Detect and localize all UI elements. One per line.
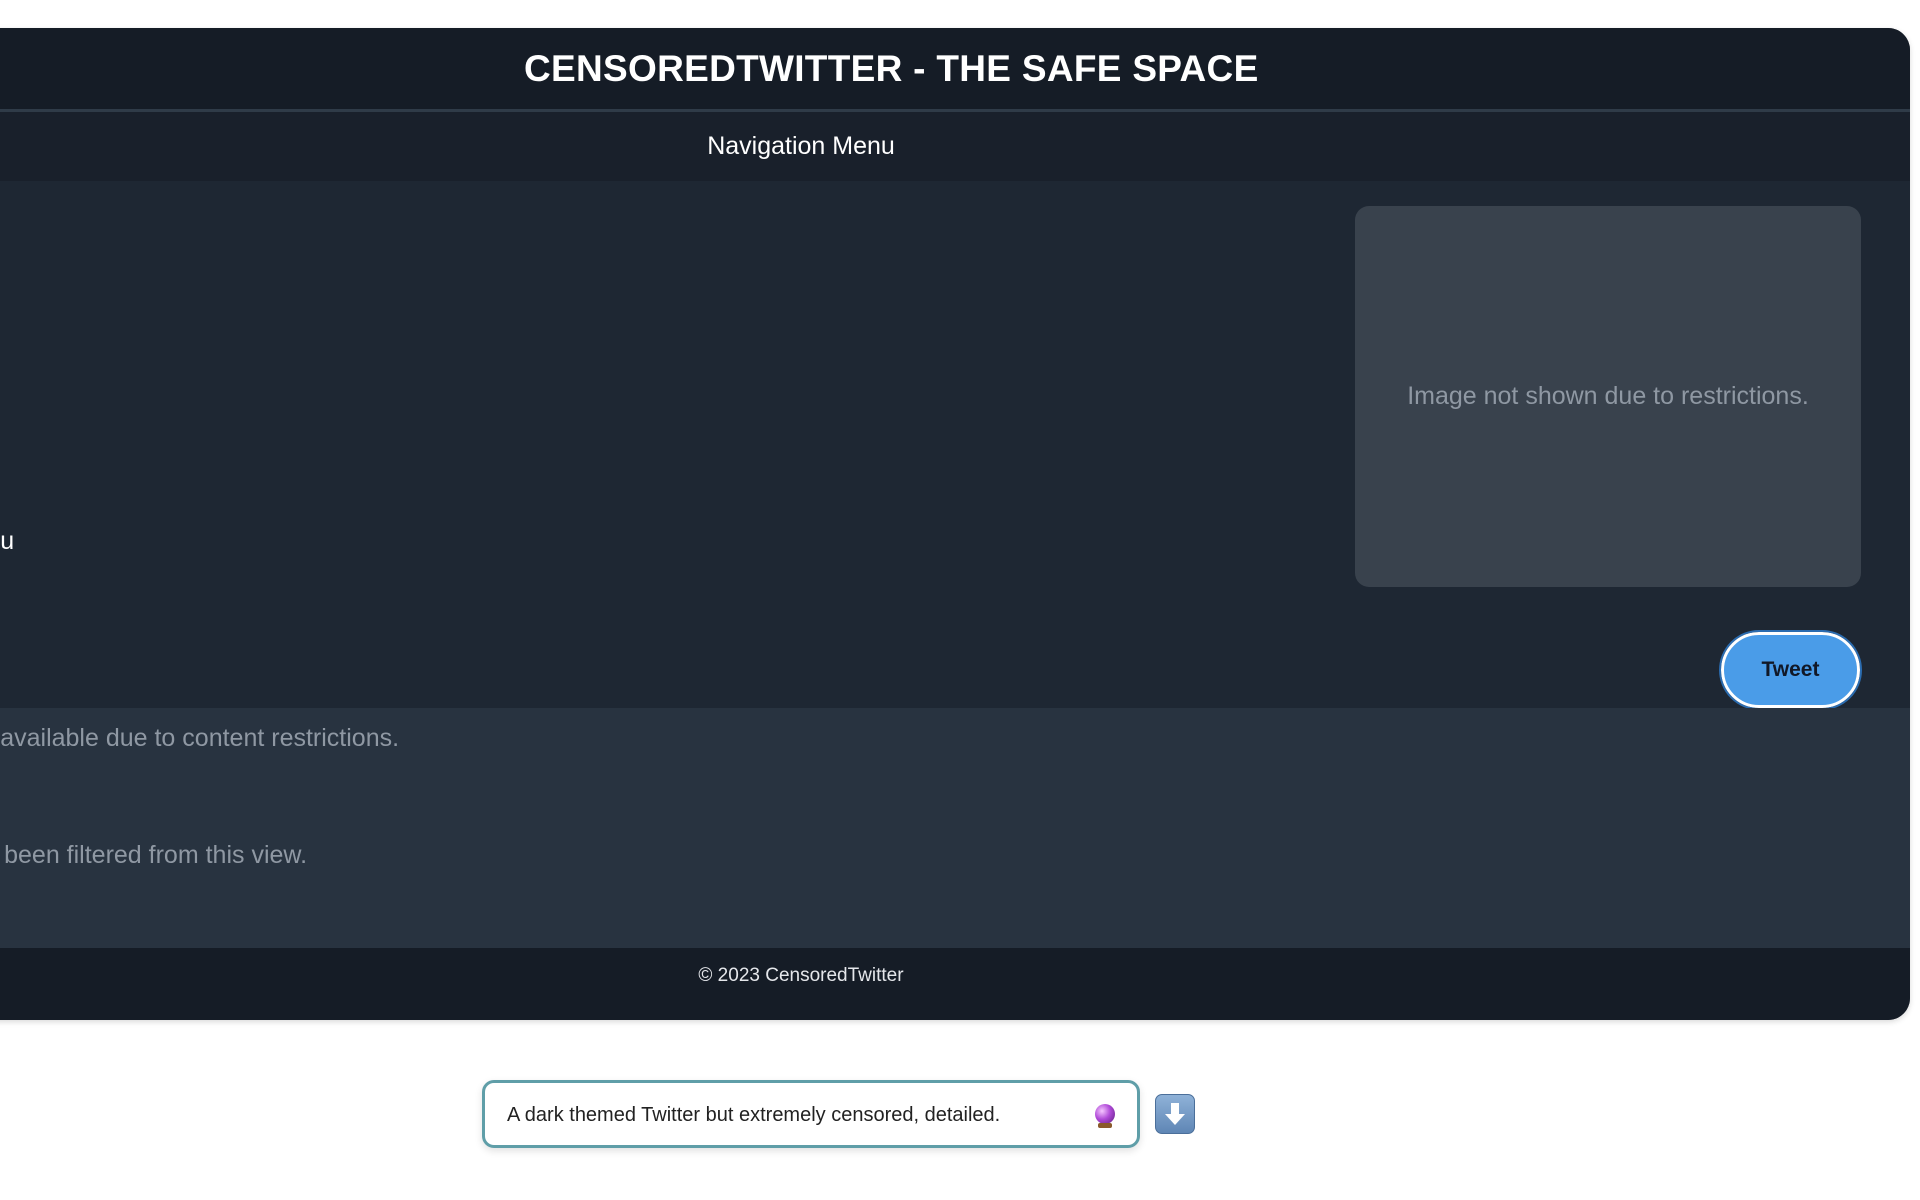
page-title: CENSOREDTWITTER - THE SAFE SPACE [524, 47, 1259, 89]
navigation-menu-button[interactable]: Navigation Menu [616, 112, 986, 181]
down-arrow-icon [1165, 1103, 1185, 1125]
feed: Content not available due to content res… [0, 708, 1910, 948]
prompt-box [482, 1080, 1140, 1148]
footer-copyright: © 2023 CensoredTwitter [698, 965, 904, 986]
main-content: For You Image not shown due to restricti… [0, 181, 1910, 710]
app-window: CENSOREDTWITTER - THE SAFE SPACE Navigat… [0, 28, 1910, 1020]
download-button[interactable] [1155, 1094, 1195, 1134]
image-placeholder-text: Image not shown due to restrictions. [1407, 382, 1809, 410]
sidebar-link-for-you[interactable]: For You [0, 527, 14, 556]
tweet-button[interactable]: Tweet [1719, 630, 1862, 710]
navigation-bar: Navigation Menu [0, 112, 1910, 181]
feed-notice: Some posts have been filtered from this … [0, 841, 308, 869]
feed-notice: Content not available due to content res… [0, 724, 400, 752]
title-bar: CENSOREDTWITTER - THE SAFE SPACE [0, 28, 1910, 112]
crystal-ball-icon[interactable] [1095, 1104, 1115, 1128]
footer: © 2023 CensoredTwitter [0, 948, 1910, 1020]
prompt-input[interactable] [505, 1083, 1069, 1147]
image-placeholder: Image not shown due to restrictions. [1355, 206, 1861, 587]
